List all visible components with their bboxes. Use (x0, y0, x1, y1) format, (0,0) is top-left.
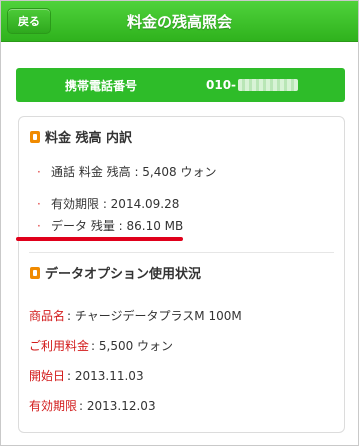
balance-item-expiry: · 有効期限 : 2014.09.28 (37, 196, 180, 212)
data-option-row-start: 開始日 : 2013.11.03 (29, 368, 144, 384)
data-option-row-fee: ご利用料金 : 5,500 ウォン (29, 339, 174, 353)
balance-item-data: · データ 残量 : 86.10 MB (37, 218, 184, 234)
data-option-section-title: データオプション使用状況 (29, 263, 201, 282)
data-option-row-product: 商品名 : チャージデータプラスM 100M (29, 309, 242, 323)
data-option-row-expiry: 有効期限 : 2013.12.03 (29, 398, 156, 414)
section-divider (29, 252, 334, 253)
phone-number-masked (238, 79, 299, 91)
balance-card: 料金 残高 内訳 · 通話 料金 残高 : 5,408 ウォン · 有効期限 :… (18, 116, 345, 433)
phone-number-bar: 携帯電話番号 010- (16, 68, 345, 102)
balance-item-call: · 通話 料金 残高 : 5,408 ウォン (37, 164, 217, 180)
orange-tag-icon (29, 130, 41, 144)
app-frame: 戻る 料金の残高照会 携帯電話番号 010- 料金 残高 内訳 · 通話 料金 … (0, 0, 359, 446)
page-title: 料金の残高照会 (126, 12, 232, 31)
phone-number-prefix: 010- (206, 78, 237, 92)
header-bar: 戻る 料金の残高照会 (1, 1, 358, 42)
phone-number-label: 携帯電話番号 (64, 78, 137, 93)
orange-tag-icon (29, 266, 41, 280)
phone-number-value: 010- (206, 68, 299, 102)
balance-section-title-text: 料金 残高 内訳 (45, 131, 133, 146)
balance-section-title: 料金 残高 内訳 (29, 127, 132, 146)
data-option-section-title-text: データオプション使用状況 (45, 267, 202, 282)
data-remaining-highlight-underline (16, 237, 183, 241)
